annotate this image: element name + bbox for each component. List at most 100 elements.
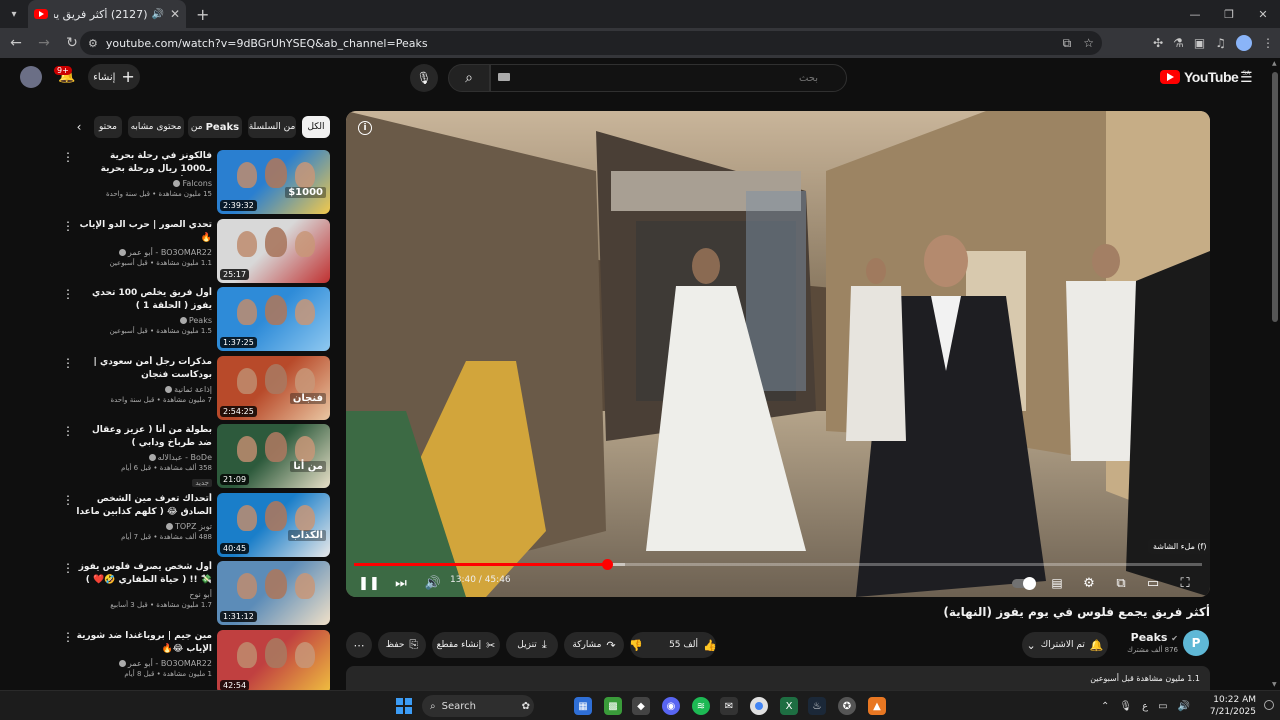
- chip-from-peaks[interactable]: من Peaks: [188, 116, 242, 138]
- video-menu-icon[interactable]: ⋮: [62, 425, 74, 437]
- chrome-menu-icon[interactable]: ⋮: [1262, 36, 1274, 50]
- language-indicator[interactable]: ع: [1142, 701, 1148, 712]
- chip-series[interactable]: من السلسلة: [248, 116, 296, 138]
- save-button[interactable]: حفظ ⎘: [378, 632, 426, 658]
- settings-gear-icon[interactable]: ⚙: [1078, 573, 1100, 593]
- related-video-item[interactable]: ⋮ بطولة من أنا ( عزيز وعقال ضد طرباخ وداب…: [60, 424, 332, 488]
- microphone-icon[interactable]: 🎙: [1119, 701, 1132, 712]
- like-icon[interactable]: 👍: [703, 639, 717, 652]
- tray-volume-icon[interactable]: 🔊: [1178, 701, 1190, 712]
- related-video-item[interactable]: ⋮ أول فريق يخلص 100 تحدي يفوز ( الحلقة 1 …: [60, 287, 332, 351]
- minimize-icon[interactable]: —: [1178, 0, 1212, 28]
- video-menu-icon[interactable]: ⋮: [62, 562, 74, 574]
- related-video-thumbnail[interactable]: 25:17: [217, 218, 330, 283]
- related-video-item[interactable]: ⋮ أول شخص يصرف فلوس يفوز 💸 !! ( حياة الطف…: [60, 561, 332, 625]
- related-video-channel[interactable]: BO3OMAR22 - أبو عمر: [76, 658, 212, 669]
- discord-icon[interactable]: ◉: [662, 697, 680, 715]
- taskbar-clock[interactable]: 10:22 AM 7/21/2025: [1210, 694, 1256, 718]
- video-menu-icon[interactable]: ⋮: [62, 151, 74, 163]
- progress-bar[interactable]: [354, 559, 1202, 570]
- clip-button[interactable]: إنشاء مقطع ✂: [432, 632, 500, 658]
- address-bar[interactable]: ⚙ youtube.com/watch?v=9dBGrUhYSEQ&ab_cha…: [80, 31, 1102, 55]
- speaker-icon[interactable]: 🔊: [151, 9, 163, 20]
- related-video-thumbnail[interactable]: 1:31:12: [217, 561, 330, 625]
- dislike-icon[interactable]: 👎: [629, 639, 643, 652]
- lab-icon[interactable]: ⚗: [1173, 36, 1184, 50]
- chrome-icon[interactable]: [750, 697, 768, 715]
- related-video-thumbnail[interactable]: 42:54: [217, 629, 330, 694]
- related-video-item[interactable]: ⋮ مين جيم | بروباغندا ضد شورية الإياب 😂🔥 B…: [60, 629, 332, 694]
- related-video-channel[interactable]: أبو نوح: [76, 589, 212, 600]
- description-box[interactable]: 1.1 مليون مشاهدة قبل أسبوعين: [346, 666, 1210, 690]
- install-app-icon[interactable]: ⧉: [1063, 36, 1072, 51]
- related-video-channel[interactable]: Falcons: [76, 178, 212, 189]
- steam-icon[interactable]: ♨: [808, 697, 826, 715]
- bookmark-star-icon[interactable]: ☆: [1083, 36, 1094, 51]
- related-video-item[interactable]: ⋮ مذكرات رجل أمن سعودي | بودكاست فنجان إذا…: [60, 355, 332, 420]
- chip-similar[interactable]: محتوى مشابه: [128, 116, 184, 138]
- pause-icon[interactable]: ❚❚: [358, 573, 380, 593]
- voice-search-mic-icon[interactable]: 🎙: [410, 64, 438, 92]
- next-icon[interactable]: ⏭: [390, 573, 412, 593]
- video-menu-icon[interactable]: ⋮: [62, 220, 74, 232]
- keyboard-icon[interactable]: [498, 73, 510, 81]
- minecraft-icon[interactable]: ▩: [604, 697, 622, 715]
- search-button[interactable]: ⌕: [448, 64, 490, 92]
- excel-icon[interactable]: X: [780, 697, 798, 715]
- video-player[interactable]: i ملء الشاشة (f) ❚❚ ⏭ 🔊 13:40 / 45:46 ▤ …: [346, 111, 1210, 597]
- related-video-item[interactable]: ⋮ تحدي الصور | حرب الدو الإياب 🔥 BO3OMAR22…: [60, 218, 332, 283]
- site-info-icon[interactable]: ⚙: [88, 37, 98, 50]
- autoplay-toggle[interactable]: [1012, 577, 1036, 590]
- split-view-icon[interactable]: ▣: [1194, 36, 1205, 50]
- profile-avatar[interactable]: [1236, 35, 1252, 51]
- app-icon[interactable]: ✪: [838, 697, 856, 715]
- create-button[interactable]: إنشاء +: [88, 64, 140, 90]
- task-view-icon[interactable]: ▦: [574, 697, 592, 715]
- restore-icon[interactable]: ❐: [1212, 0, 1246, 28]
- video-menu-icon[interactable]: ⋮: [62, 357, 74, 369]
- theater-mode-icon[interactable]: ▭: [1142, 573, 1164, 593]
- related-video-thumbnail[interactable]: فنجان 2:54:25: [217, 355, 330, 420]
- related-video-thumbnail[interactable]: 1:37:25: [217, 287, 330, 351]
- network-icon[interactable]: ▭: [1158, 701, 1167, 712]
- related-video-channel[interactable]: BO3OMAR22 - أبو عمر: [76, 247, 212, 258]
- youtube-logo[interactable]: YouTube SA: [1160, 69, 1250, 85]
- related-video-channel[interactable]: توبز TOPZ: [76, 521, 212, 532]
- video-menu-icon[interactable]: ⋮: [62, 288, 74, 300]
- brave-icon[interactable]: ▲: [868, 697, 886, 715]
- media-controls-icon[interactable]: ♫: [1215, 36, 1226, 50]
- related-video-item[interactable]: ⋮ أتحداك تعرف مين الشخص الصادق 😂 ( كلهم ك…: [60, 492, 332, 557]
- extensions-icon[interactable]: ✣: [1153, 36, 1163, 50]
- related-video-thumbnail[interactable]: من أنا 21:09: [217, 424, 330, 488]
- epic-games-icon[interactable]: ◆: [632, 697, 650, 715]
- volume-icon[interactable]: 🔊: [422, 573, 444, 593]
- related-video-channel[interactable]: Peaks: [76, 315, 212, 326]
- subscribed-button[interactable]: ⌄ تم الاشتراك 🔔: [1022, 632, 1108, 658]
- new-tab-icon[interactable]: +: [196, 5, 209, 24]
- spotify-icon[interactable]: ≋: [692, 697, 710, 715]
- active-tab[interactable]: (2127) أكثر فريق يجمع فلوس في يوم يفوز (…: [28, 0, 186, 28]
- subtitles-icon[interactable]: ▤: [1046, 573, 1068, 593]
- related-video-thumbnail[interactable]: $1000 2:39:32: [217, 150, 330, 214]
- miniplayer-icon[interactable]: ⧉: [1110, 573, 1132, 593]
- tab-close-icon[interactable]: ✕: [170, 7, 180, 21]
- tray-overflow-icon[interactable]: ⌃: [1101, 701, 1109, 712]
- download-button[interactable]: تنزيل ⤓: [506, 632, 558, 658]
- related-video-channel[interactable]: إذاعة ثمانية: [76, 384, 212, 395]
- related-video-channel[interactable]: BoDe - عبدالاله: [76, 452, 212, 463]
- chip-partial[interactable]: محتو: [94, 116, 122, 138]
- search-input[interactable]: [490, 64, 847, 92]
- notification-center-icon[interactable]: [1264, 700, 1274, 710]
- related-video-item[interactable]: ⋮ فالكونز في رحلة بحرية بـ1000 ريال ورحلة…: [60, 150, 332, 214]
- scroll-up-icon[interactable]: ▲: [1272, 60, 1277, 67]
- info-icon[interactable]: i: [358, 121, 372, 135]
- video-menu-icon[interactable]: ⋮: [62, 494, 74, 506]
- more-actions-button[interactable]: ⋯: [346, 632, 372, 658]
- share-button[interactable]: مشاركة ↷: [564, 632, 624, 658]
- taskbar-search[interactable]: ⌕ Search ✿: [422, 695, 534, 717]
- page-scrollbar[interactable]: ▲ ▼: [1270, 58, 1280, 690]
- back-icon[interactable]: ←: [4, 31, 28, 55]
- chip-all[interactable]: الكل: [302, 116, 330, 138]
- video-menu-icon[interactable]: ⋮: [62, 631, 74, 643]
- related-video-thumbnail[interactable]: الكذاب 40:45: [217, 492, 330, 557]
